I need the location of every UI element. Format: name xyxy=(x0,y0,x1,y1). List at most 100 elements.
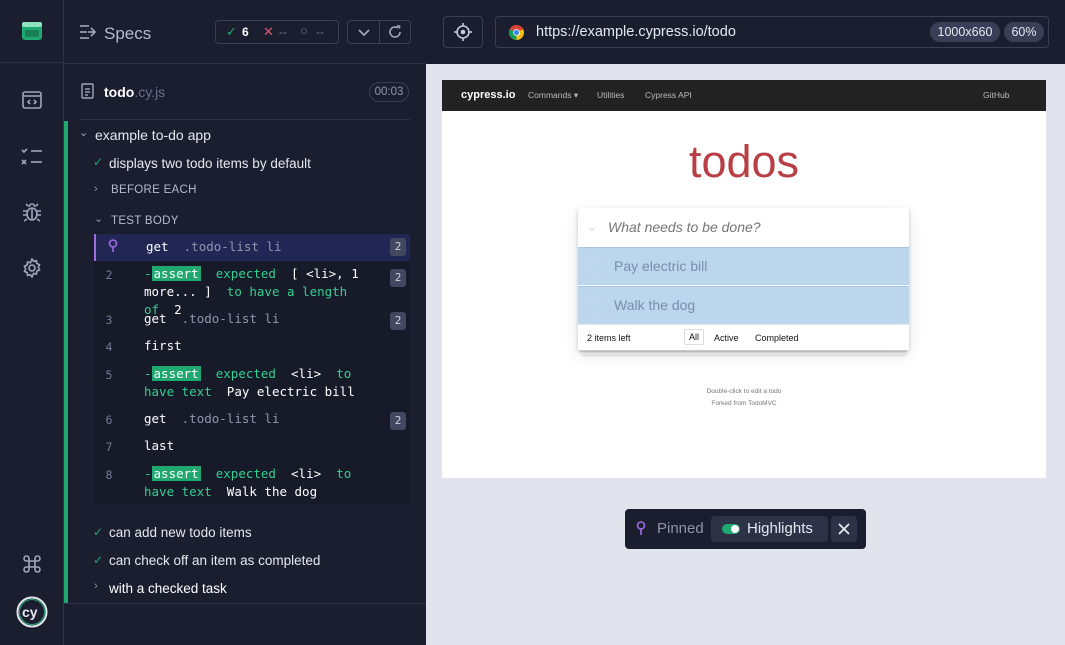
element-count-badge: 2 xyxy=(390,238,406,256)
failed-count: -- xyxy=(279,25,287,39)
aut-nav-commands[interactable]: Commands ▾ xyxy=(528,90,578,101)
nav-settings[interactable] xyxy=(16,252,48,284)
viewport-size-badge[interactable]: 1000x660 xyxy=(930,22,1000,42)
keyboard-shortcuts-button[interactable] xyxy=(16,548,48,580)
cypress-logo-button[interactable]: cy xyxy=(16,596,48,628)
nav-debug[interactable] xyxy=(16,196,48,228)
assert-expected: expected xyxy=(215,466,276,481)
close-icon xyxy=(838,523,850,535)
info-forked-link[interactable]: Forked from TodoMVC xyxy=(442,400,1046,407)
suite-chevron-icon[interactable]: ⌄ xyxy=(79,126,88,139)
filter-active[interactable]: Active xyxy=(714,333,739,343)
command-row[interactable]: 3 get .todo-list li 2 xyxy=(94,308,410,334)
aut-navbar: cypress.io Commands ▾ Utilities Cypress … xyxy=(442,80,1046,111)
command-row[interactable]: 2 - assert expected [ <li>, 1 more... ] t… xyxy=(94,265,410,317)
element-count-badge: 2 xyxy=(390,269,406,287)
specs-menu-icon[interactable] xyxy=(80,25,96,39)
specs-list-icon xyxy=(21,148,42,165)
command-number: 6 xyxy=(105,413,113,427)
spec-file-name[interactable]: todo.cy.js xyxy=(104,84,165,100)
toggle-switch xyxy=(722,524,740,534)
app-logo-icon xyxy=(21,22,42,40)
test-title[interactable]: can check off an item as completed xyxy=(109,553,320,568)
command-name: first xyxy=(144,338,182,353)
test-pass-icon: ✓ xyxy=(93,553,104,567)
sub-suite-title[interactable]: with a checked task xyxy=(109,581,227,596)
toggle-all-icon[interactable]: ⌄ xyxy=(586,218,598,235)
pin-icon xyxy=(636,521,646,535)
nav-specs[interactable] xyxy=(16,140,48,172)
pinned-label: Pinned xyxy=(657,520,704,537)
pending-count: -- xyxy=(316,25,324,39)
command-number: 4 xyxy=(105,340,113,354)
command-name: last xyxy=(144,438,175,453)
spec-duration: 00:03 xyxy=(369,82,409,102)
pending-icon: ○ xyxy=(300,23,308,38)
pin-icon xyxy=(108,239,118,252)
rerun-icon[interactable] xyxy=(388,25,402,39)
command-name: assert xyxy=(151,266,201,281)
aut-nav-api[interactable]: Cypress API xyxy=(645,90,692,100)
spec-file-base: todo xyxy=(104,84,135,100)
reporter-panel: Specs ✓ 6 ✕ -- ○ -- todo.cy.js 00:03 ⌄ e… xyxy=(64,0,426,645)
command-row[interactable]: 8 - assert expected <li> to have text Wal… xyxy=(94,465,410,505)
bug-icon xyxy=(23,203,41,222)
command-message: .todo-list li xyxy=(183,239,282,254)
command-name: assert xyxy=(151,366,201,381)
zoom-badge[interactable]: 60% xyxy=(1004,22,1044,42)
aut-brand-link[interactable]: cypress.io xyxy=(461,89,515,101)
new-todo-input[interactable] xyxy=(608,212,898,242)
passed-icon: ✓ xyxy=(226,24,237,39)
cypress-app-logo[interactable] xyxy=(0,0,63,63)
command-number: 8 xyxy=(105,468,113,482)
unpin-button[interactable] xyxy=(831,516,857,542)
filter-completed[interactable]: Completed xyxy=(755,333,799,343)
command-number: 3 xyxy=(105,313,113,327)
assert-prefix: - xyxy=(144,266,152,281)
nav-runs[interactable] xyxy=(16,84,48,116)
assert-value: Walk the dog xyxy=(226,484,318,499)
todo-label: Walk the dog xyxy=(614,297,696,313)
command-row[interactable]: 7 last xyxy=(94,437,410,459)
aut-nav-github[interactable]: GitHub xyxy=(983,90,1009,100)
browser-window-icon xyxy=(22,91,42,109)
filter-all[interactable]: All xyxy=(684,329,705,345)
command-key-icon xyxy=(23,555,41,573)
command-row[interactable]: 5 - assert expected <li> to have text Pay… xyxy=(94,365,410,405)
highlights-label: Highlights xyxy=(747,520,813,537)
selector-playground-button[interactable] xyxy=(443,16,483,48)
todo-checkbox[interactable] xyxy=(586,297,604,315)
test-title[interactable]: can add new todo items xyxy=(109,525,252,540)
assert-prefix: - xyxy=(144,466,152,481)
app-under-test-frame: cypress.io Commands ▾ Utilities Cypress … xyxy=(442,80,1046,478)
command-row[interactable]: 6 get .todo-list li 2 xyxy=(94,408,410,434)
gear-icon xyxy=(23,258,41,278)
spec-file-ext: .cy.js xyxy=(134,84,166,100)
todo-footer: 2 items left All Active Completed xyxy=(578,324,909,350)
crosshair-icon xyxy=(454,23,472,41)
todo-app: ⌄ Pay electric bill Walk the dog 2 items… xyxy=(578,208,909,350)
aut-nav-commands-label: Commands xyxy=(528,90,572,100)
suite-title[interactable]: example to-do app xyxy=(95,127,211,143)
todo-checkbox[interactable] xyxy=(586,258,604,276)
items-left-count: 2 items left xyxy=(587,333,631,343)
cypress-app: cy Specs ✓ 6 ✕ -- ○ -- todo.cy.js 00:03 … xyxy=(0,0,1065,645)
todo-item[interactable]: Pay electric bill xyxy=(578,247,909,285)
test-pass-icon: ✓ xyxy=(93,525,104,539)
chevron-down-icon[interactable] xyxy=(358,28,370,37)
pinned-snapshot-bar: Pinned Highlights xyxy=(625,509,866,549)
before-each-hook[interactable]: BEFORE EACH xyxy=(111,184,197,196)
command-row[interactable]: get .todo-list li 2 xyxy=(94,234,410,261)
todo-item[interactable]: Walk the dog xyxy=(578,286,909,324)
command-row[interactable]: 4 first xyxy=(94,337,410,359)
command-number: 2 xyxy=(105,268,113,282)
test-stats: ✓ 6 ✕ -- ○ -- xyxy=(215,20,339,44)
test-body-hook[interactable]: TEST BODY xyxy=(111,215,179,227)
test-pass-icon: ✓ xyxy=(93,155,104,169)
test-title[interactable]: displays two todo items by default xyxy=(109,156,311,171)
url-bar[interactable]: https://example.cypress.io/todo 1000x660… xyxy=(495,16,1049,48)
specs-title[interactable]: Specs xyxy=(104,24,151,44)
assert-subject: <li> xyxy=(291,466,322,481)
aut-nav-utilities[interactable]: Utilities xyxy=(597,90,624,100)
highlights-toggle[interactable]: Highlights xyxy=(711,516,828,542)
